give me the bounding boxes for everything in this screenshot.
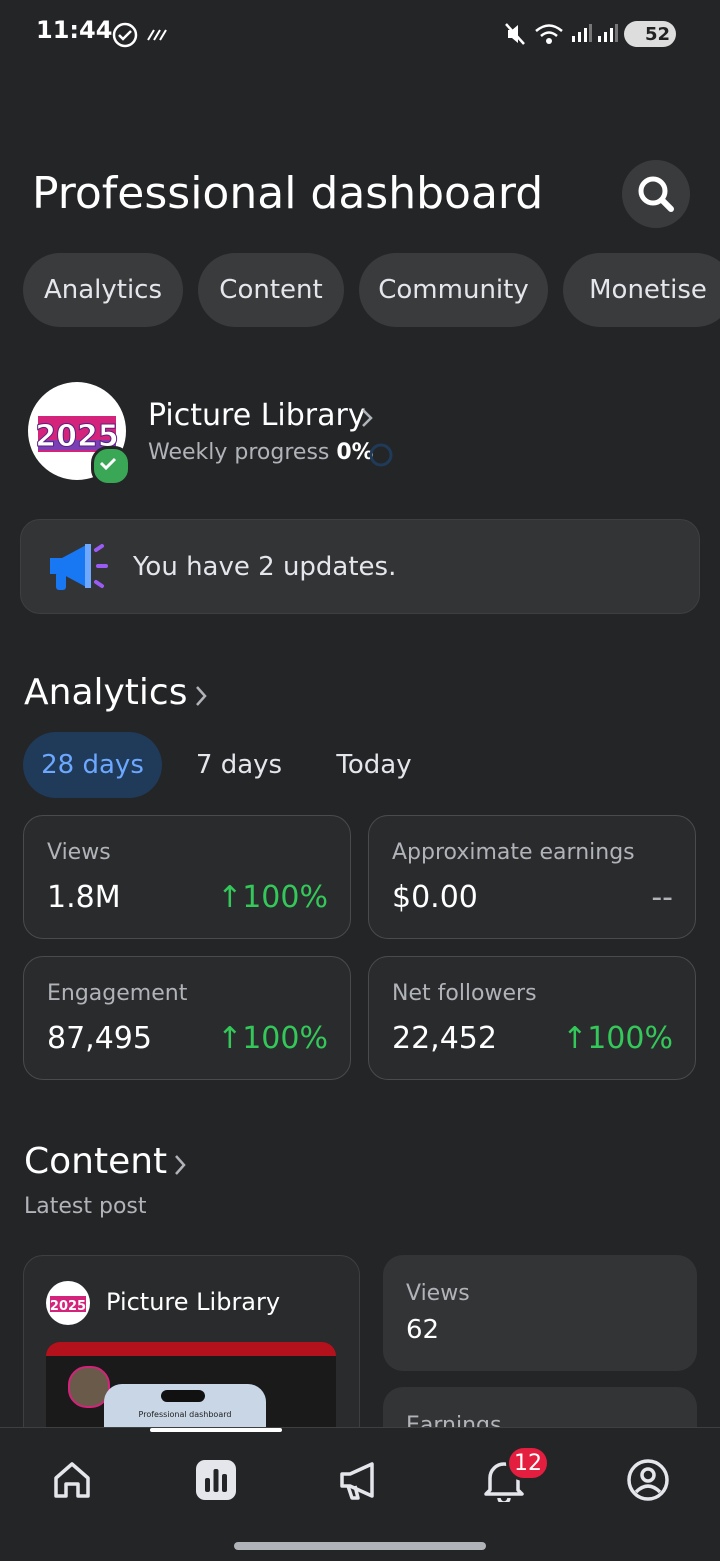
thumbnail-banner <box>46 1342 336 1356</box>
metric-label: Views <box>406 1281 470 1306</box>
chevron-right-icon <box>362 409 373 427</box>
battery-indicator: 52 <box>624 21 676 47</box>
stat-value: 1.8M <box>47 880 121 915</box>
battery-level: 52 <box>644 23 670 45</box>
tab-community[interactable]: Community <box>359 253 548 327</box>
signal-icon-2 <box>598 24 618 42</box>
system-home-bar[interactable] <box>234 1542 486 1550</box>
profile-icon <box>627 1459 669 1501</box>
stat-label: Net followers <box>392 981 537 1006</box>
stat-label: Views <box>47 840 111 865</box>
search-icon <box>638 176 674 212</box>
stat-card-views[interactable]: Views 1.8M ↑100% <box>23 815 351 939</box>
tab-content[interactable]: Content <box>198 253 344 327</box>
range-today[interactable]: Today <box>318 732 430 798</box>
check-icon <box>99 457 117 471</box>
stat-card-net-followers[interactable]: Net followers 22,452 ↑100% <box>368 956 696 1080</box>
tab-analytics[interactable]: Analytics <box>23 253 183 327</box>
network-activity-icon <box>147 29 167 41</box>
range-7-days[interactable]: 7 days <box>182 732 296 798</box>
status-time: 11:44 <box>36 16 113 44</box>
home-icon <box>54 1462 90 1498</box>
weekly-progress: Weekly progress 0% <box>148 440 374 465</box>
post-author: Picture Library <box>106 1288 281 1316</box>
thumbnail-notch <box>161 1390 205 1402</box>
verified-badge <box>91 446 131 486</box>
stat-change: ↑100% <box>562 1021 673 1056</box>
stat-value: 22,452 <box>392 1021 497 1056</box>
stat-label: Engagement <box>47 981 188 1006</box>
updates-text: You have 2 updates. <box>133 552 397 582</box>
check-circle-icon <box>112 22 138 48</box>
post-metric-views[interactable]: Views 62 <box>383 1255 697 1371</box>
notification-badge: 12 <box>506 1445 550 1481</box>
progress-ring-icon <box>369 443 393 467</box>
stat-change: ↑100% <box>217 1021 328 1056</box>
stat-label: Approximate earnings <box>392 840 635 865</box>
mute-icon <box>505 23 525 45</box>
arrow-up-icon: ↑ <box>217 1021 243 1056</box>
stat-card-engagement[interactable]: Engagement 87,495 ↑100% <box>23 956 351 1080</box>
stat-change-value: 100% <box>242 880 328 915</box>
dashboard-icon <box>196 1460 236 1500</box>
megaphone-icon <box>50 544 108 590</box>
stat-change: -- <box>651 880 673 915</box>
stat-card-earnings[interactable]: Approximate earnings $0.00 -- <box>368 815 696 939</box>
arrow-up-icon: ↑ <box>562 1021 588 1056</box>
post-avatar-logo: 2025 <box>50 1296 86 1314</box>
stat-value: 87,495 <box>47 1021 152 1056</box>
analytics-title[interactable]: Analytics <box>24 672 187 713</box>
range-28-days[interactable]: 28 days <box>23 732 162 798</box>
nav-active-indicator <box>150 1428 282 1432</box>
thumbnail-inner-title: Professional dashboard <box>138 1410 232 1419</box>
profile-name[interactable]: Picture Library <box>148 398 366 433</box>
nav-profile[interactable] <box>618 1452 678 1508</box>
metric-value: 62 <box>406 1315 440 1345</box>
page-title: Professional dashboard <box>32 168 544 219</box>
stat-change-value: 100% <box>242 1021 328 1056</box>
nav-dashboard[interactable] <box>186 1452 246 1508</box>
chevron-right-icon <box>196 686 207 706</box>
weekly-progress-label: Weekly progress <box>148 440 330 465</box>
tab-monetise[interactable]: Monetise <box>563 253 720 327</box>
post-avatar-text: 2025 <box>50 1299 86 1314</box>
wifi-icon <box>535 24 563 44</box>
stat-change-value: 100% <box>587 1021 673 1056</box>
nav-promote[interactable] <box>330 1452 390 1508</box>
arrow-up-icon: ↑ <box>217 880 243 915</box>
latest-post-label: Latest post <box>24 1194 147 1219</box>
chevron-right-icon <box>175 1155 186 1175</box>
content-title[interactable]: Content <box>24 1141 167 1182</box>
megaphone-icon <box>340 1462 374 1500</box>
stat-value: $0.00 <box>392 880 478 915</box>
search-button[interactable] <box>622 160 690 228</box>
post-avatar: 2025 <box>46 1281 90 1325</box>
signal-icon <box>572 24 592 42</box>
stat-change: ↑100% <box>217 880 328 915</box>
nav-home[interactable] <box>42 1452 102 1508</box>
